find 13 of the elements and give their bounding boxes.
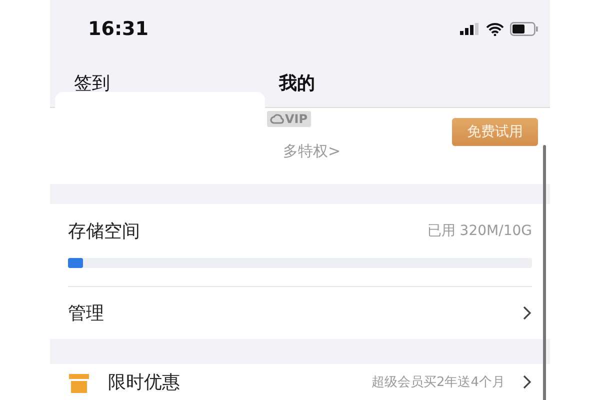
signal-icon <box>460 23 480 36</box>
check-in-button[interactable]: 签到 <box>74 70 110 95</box>
gift-icon <box>68 371 90 393</box>
storage-reading: 已用 320M/10G <box>427 222 532 240</box>
chevron-right-icon <box>523 306 532 320</box>
page-title: 我的 <box>279 72 315 95</box>
chevron-right-icon <box>523 375 532 389</box>
battery-icon <box>510 22 538 36</box>
manage-row[interactable]: 管理 <box>68 287 532 339</box>
status-time: 16:31 <box>88 18 148 40</box>
wifi-icon <box>486 22 504 36</box>
storage-title: 存储空间 <box>68 220 140 243</box>
vip-badge: VIP <box>267 110 311 127</box>
